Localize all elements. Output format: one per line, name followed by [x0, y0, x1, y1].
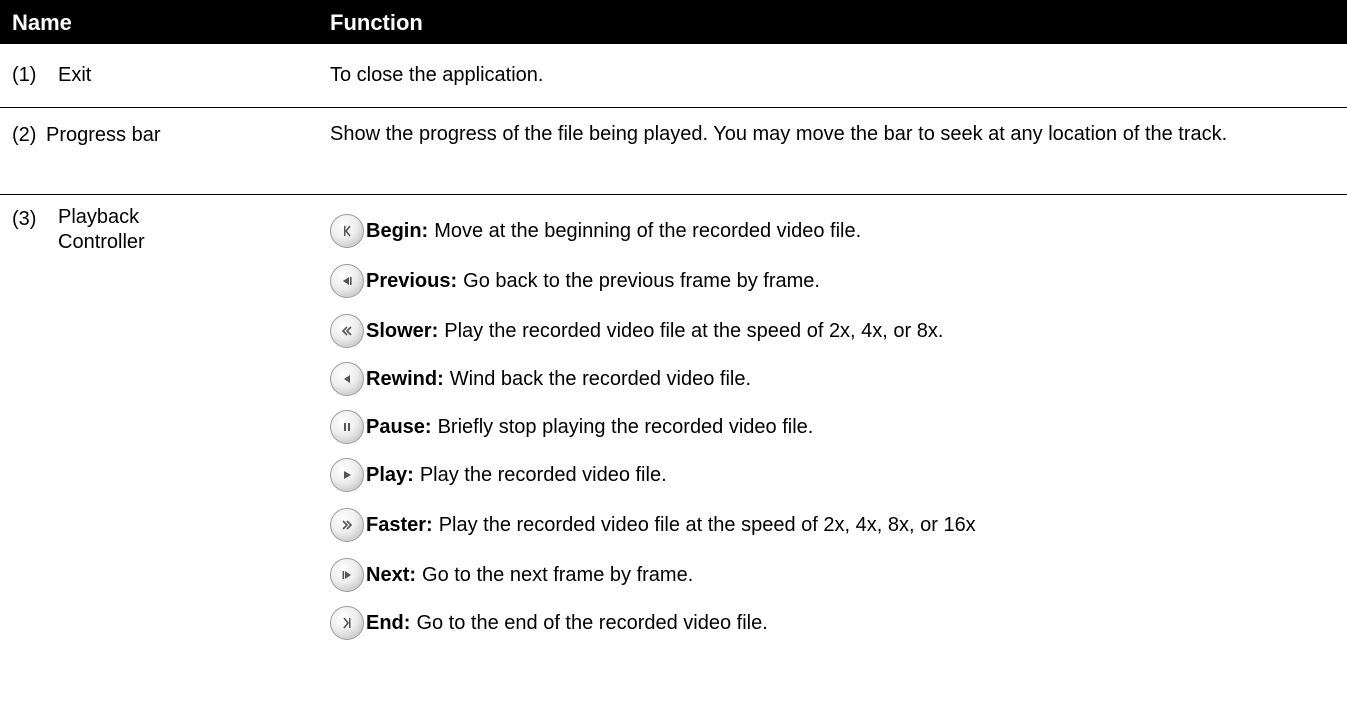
- row-number: (3): [12, 208, 37, 230]
- control-item-slower: Slower: Play the recorded video file at …: [330, 312, 943, 350]
- control-item-rewind: Rewind: Wind back the recorded video fil…: [330, 360, 751, 398]
- control-item-begin: Begin: Move at the beginning of the reco…: [330, 212, 861, 250]
- previous-icon: [330, 264, 364, 298]
- faster-icon: [330, 508, 364, 542]
- control-term: Play:: [366, 463, 414, 486]
- header-name: Name: [12, 10, 72, 35]
- row-name-line: Controller: [58, 231, 145, 253]
- header-function: Function: [330, 10, 423, 35]
- control-term: End:: [366, 611, 411, 634]
- row-number: (1): [12, 64, 37, 86]
- row-name-line: Playback: [58, 206, 140, 228]
- row-divider: [0, 107, 1347, 108]
- row-name-progress-bar: Progress bar: [46, 124, 161, 146]
- control-term: Pause:: [366, 415, 432, 438]
- begin-icon: [330, 214, 364, 248]
- control-desc: Play the recorded video file at the spee…: [438, 513, 976, 536]
- control-term: Faster:: [366, 513, 433, 536]
- control-item-pause: Pause: Briefly stop playing the recorded…: [330, 408, 813, 446]
- control-desc: Go to the end of the recorded video file…: [416, 611, 768, 634]
- end-icon: [330, 606, 364, 640]
- control-item-next: Next: Go to the next frame by frame.: [330, 556, 693, 594]
- control-desc: Move at the beginning of the recorded vi…: [434, 219, 862, 242]
- control-item-end: End: Go to the end of the recorded video…: [330, 604, 768, 642]
- control-term: Next:: [366, 563, 417, 586]
- control-item-faster: Faster: Play the recorded video file at …: [330, 506, 976, 544]
- slower-icon: [330, 314, 364, 348]
- play-icon: [330, 458, 364, 492]
- row-function-exit: To close the application.: [330, 64, 544, 86]
- control-term: Begin:: [366, 219, 429, 242]
- control-term: Previous:: [366, 269, 458, 292]
- row-divider: [0, 194, 1347, 195]
- control-desc: Play the recorded video file at the spee…: [444, 319, 944, 342]
- next-icon: [330, 558, 364, 592]
- control-desc: Go back to the previous frame by frame.: [463, 269, 820, 292]
- rewind-icon: [330, 362, 364, 396]
- row-name-exit: Exit: [58, 64, 92, 86]
- control-term: Rewind:: [366, 367, 444, 390]
- control-desc: Briefly stop playing the recorded video …: [437, 415, 814, 438]
- pause-icon: [330, 410, 364, 444]
- control-desc: Go to the next frame by frame.: [422, 563, 694, 586]
- row-function-progress-bar: Show the progress of the file being play…: [330, 123, 1228, 145]
- control-item-previous: Previous: Go back to the previous frame …: [330, 262, 820, 300]
- control-item-play: Play: Play the recorded video file.: [330, 456, 667, 494]
- row-name-playback-controller: Playback Controller: [58, 205, 145, 255]
- control-desc: Wind back the recorded video file.: [449, 367, 752, 390]
- row-number: (2): [12, 124, 37, 146]
- control-term: Slower:: [366, 319, 439, 342]
- control-desc: Play the recorded video file.: [419, 463, 667, 486]
- function-table: Name Function (1) Exit To close the appl…: [0, 0, 1347, 708]
- table-header: Name Function: [0, 0, 1347, 44]
